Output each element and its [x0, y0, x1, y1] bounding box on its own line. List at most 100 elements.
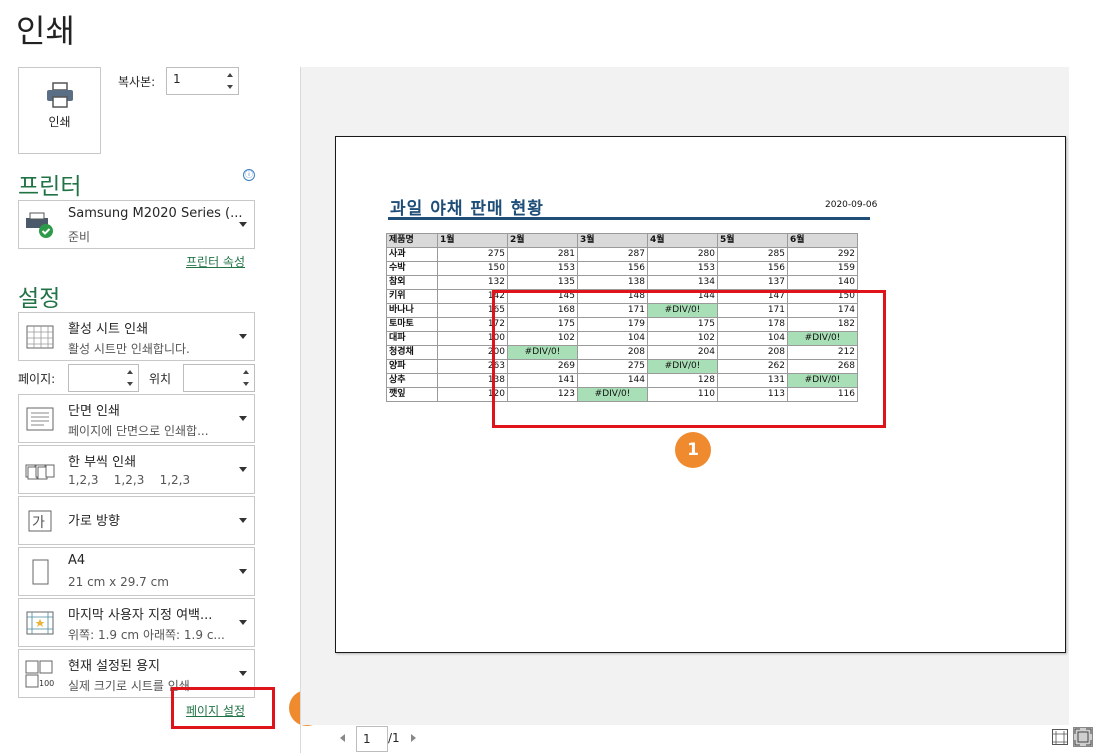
value-cell: 292 — [787, 247, 858, 262]
table-row: 수박 150 153 156 153 156 159 — [386, 261, 858, 276]
print-what-dropdown[interactable]: 활성 시트 인쇄 활성 시트만 인쇄합니다. — [18, 312, 255, 361]
pages-from-input[interactable] — [68, 364, 139, 392]
table-header-row: 제품명 1월 2월 3월 4월 5월 6월 — [386, 233, 858, 248]
print-button[interactable]: 인쇄 — [18, 67, 101, 154]
info-icon[interactable]: ⓘ — [243, 169, 255, 181]
orientation-dropdown[interactable]: 가 가로 방향 — [18, 496, 255, 545]
margins-icon — [26, 611, 54, 635]
chevron-down-icon — [239, 569, 247, 574]
svg-text:가: 가 — [32, 515, 45, 531]
value-cell: 156 — [577, 261, 648, 276]
print-button-label: 인쇄 — [48, 115, 71, 129]
callout-badge-1: 1 — [675, 432, 711, 468]
current-page: 1 — [363, 732, 371, 746]
sides-sub: 페이지에 단면으로 인쇄합... — [68, 424, 209, 438]
collate-icon — [25, 464, 55, 480]
paper-size-dropdown[interactable]: A4 21 cm x 29.7 cm — [18, 547, 255, 596]
sheet-title: 과일 야채 판매 현황 — [390, 199, 544, 219]
product-name-cell: 토마토 — [386, 317, 438, 332]
collate-title: 한 부씩 인쇄 — [68, 455, 137, 470]
printer-ready-icon — [26, 212, 53, 238]
print-what-sub: 활성 시트만 인쇄합니다. — [68, 342, 190, 356]
product-name-cell: 대파 — [386, 331, 438, 346]
copies-value: 1 — [173, 72, 181, 86]
chevron-down-icon — [239, 334, 247, 339]
next-page-icon[interactable] — [411, 734, 416, 742]
value-cell: 281 — [507, 247, 578, 262]
spinner-arrows-icon[interactable] — [224, 68, 238, 94]
paper-size-title: A4 — [68, 553, 86, 568]
product-name-cell: 바나나 — [386, 303, 438, 318]
sides-dropdown[interactable]: 단면 인쇄 페이지에 단면으로 인쇄합... — [18, 394, 255, 443]
product-name-cell: 깻잎 — [386, 387, 438, 402]
pages-to-input[interactable] — [183, 364, 255, 392]
column-header: 1월 — [437, 233, 508, 248]
chevron-down-icon — [239, 416, 247, 421]
value-cell: 150 — [437, 261, 508, 276]
margins-dropdown[interactable]: 마지막 사용자 지정 여백... 위쪽: 1.9 cm 아래쪽: 1.9 c..… — [18, 598, 255, 647]
orientation-icon: 가 — [28, 510, 52, 532]
chevron-down-icon — [239, 671, 247, 676]
value-cell: 137 — [717, 275, 788, 290]
scaling-icon: 100 — [25, 660, 54, 688]
printer-status: 준비 — [68, 230, 91, 244]
column-header: 6월 — [787, 233, 858, 248]
page-title: 인쇄 — [16, 12, 75, 50]
settings-section-title: 설정 — [18, 286, 61, 312]
value-cell: 153 — [647, 261, 718, 276]
printer-name: Samsung M2020 Series (... — [68, 206, 243, 221]
value-cell: 280 — [647, 247, 718, 262]
value-cell: 132 — [437, 275, 508, 290]
page-number-input[interactable]: 1 — [356, 726, 388, 752]
value-cell: 134 — [647, 275, 718, 290]
value-cell: 275 — [437, 247, 508, 262]
collate-dropdown[interactable]: 한 부씩 인쇄 1,2,3 1,2,3 1,2,3 — [18, 445, 255, 494]
sides-title: 단면 인쇄 — [68, 404, 120, 419]
value-cell: 153 — [507, 261, 578, 276]
zoom-to-page-icon[interactable] — [1073, 727, 1093, 747]
one-sided-icon — [26, 407, 54, 431]
product-name-cell: 청경채 — [386, 345, 438, 360]
page-total: /1 — [388, 731, 400, 745]
printer-icon — [47, 82, 73, 108]
value-cell: 287 — [577, 247, 648, 262]
column-header: 제품명 — [386, 233, 438, 248]
printer-dropdown[interactable]: Samsung M2020 Series (... 준비 — [18, 200, 255, 249]
margins-sub: 위쪽: 1.9 cm 아래쪽: 1.9 c... — [68, 628, 225, 642]
paper-icon — [32, 559, 49, 585]
product-name-cell: 사과 — [386, 247, 438, 262]
scaling-title: 현재 설정된 용지 — [68, 659, 160, 674]
value-cell: 285 — [717, 247, 788, 262]
column-header: 4월 — [647, 233, 718, 248]
column-header: 5월 — [717, 233, 788, 248]
product-name-cell: 상추 — [386, 373, 438, 388]
show-margins-icon[interactable] — [1052, 729, 1068, 745]
product-name-cell: 참외 — [386, 275, 438, 290]
value-cell: 138 — [577, 275, 648, 290]
table-row: 참외 132 135 138 134 137 140 — [386, 275, 858, 290]
value-cell: 159 — [787, 261, 858, 276]
paper-size-sub: 21 cm x 29.7 cm — [68, 575, 169, 589]
prev-page-icon[interactable] — [340, 734, 345, 742]
chevron-down-icon — [239, 467, 247, 472]
product-name-cell: 수박 — [386, 261, 438, 276]
chevron-down-icon — [239, 518, 247, 523]
spinner-arrows-icon[interactable] — [124, 365, 138, 391]
copies-label: 복사본: — [118, 75, 156, 89]
margins-title: 마지막 사용자 지정 여백... — [68, 608, 213, 623]
copies-spinner[interactable]: 1 — [166, 67, 239, 95]
pages-label: 페이지: — [18, 372, 56, 386]
product-name-cell: 키위 — [386, 289, 438, 304]
pages-to-label: 위치 — [149, 372, 172, 386]
sheet-grid-icon — [26, 325, 54, 349]
value-cell: 156 — [717, 261, 788, 276]
page-setup-highlight — [171, 687, 275, 729]
printer-properties-link[interactable]: 프린터 속성 — [186, 253, 245, 270]
sheet-date: 2020-09-06 — [825, 200, 878, 210]
column-header: 2월 — [507, 233, 578, 248]
collate-sub: 1,2,3 1,2,3 1,2,3 — [68, 473, 191, 487]
chevron-down-icon — [239, 620, 247, 625]
print-what-title: 활성 시트 인쇄 — [68, 322, 149, 337]
value-cell: 140 — [787, 275, 858, 290]
spinner-arrows-icon[interactable] — [240, 365, 254, 391]
